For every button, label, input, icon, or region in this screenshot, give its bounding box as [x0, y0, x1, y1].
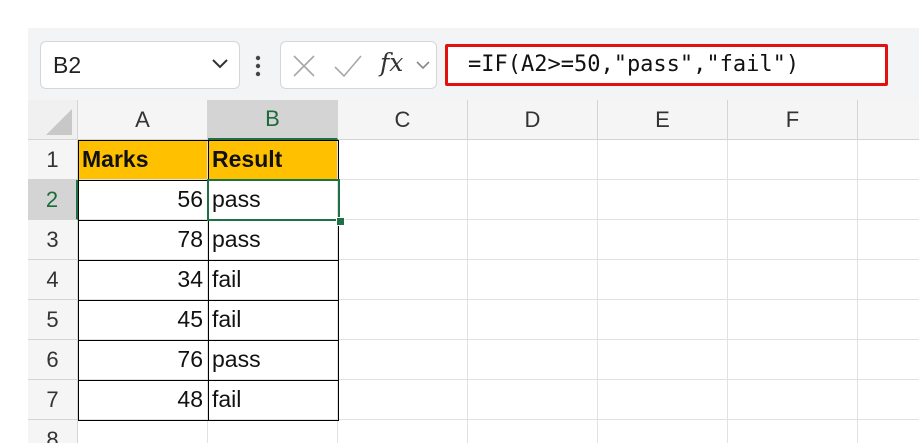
column-header-f[interactable]: F	[728, 100, 858, 140]
cell-a3[interactable]: 78	[78, 220, 208, 260]
column-header-a[interactable]: A	[78, 100, 208, 140]
cell-b6[interactable]: pass	[208, 340, 338, 380]
cell-f7[interactable]	[728, 380, 858, 420]
cell-b3[interactable]: pass	[208, 220, 338, 260]
column-header-c[interactable]: C	[338, 100, 468, 140]
cell-a1[interactable]: Marks	[78, 140, 208, 180]
table-rule-6	[78, 380, 339, 381]
cell-f2[interactable]	[728, 180, 858, 220]
cell-c7[interactable]	[338, 380, 468, 420]
cell-d5[interactable]	[468, 300, 598, 340]
cell-f8[interactable]	[728, 420, 858, 443]
cell-g1[interactable]	[858, 140, 919, 180]
row-header-7[interactable]: 7	[28, 380, 78, 420]
table-rule-1	[78, 180, 339, 181]
column-header-b[interactable]: B	[208, 100, 338, 140]
cell-a2[interactable]: 56	[78, 180, 208, 220]
cell-e8[interactable]	[598, 420, 728, 443]
cell-b2[interactable]: pass	[208, 180, 338, 220]
cell-a5[interactable]: 45	[78, 300, 208, 340]
cell-b7[interactable]: fail	[208, 380, 338, 420]
table-rule-3	[78, 260, 339, 261]
cell-d2[interactable]	[468, 180, 598, 220]
cell-g5[interactable]	[858, 300, 919, 340]
cell-g6[interactable]	[858, 340, 919, 380]
cell-d3[interactable]	[468, 220, 598, 260]
column-header-next[interactable]	[858, 100, 919, 140]
cell-e5[interactable]	[598, 300, 728, 340]
row-header-1[interactable]: 1	[28, 140, 78, 180]
cell-c4[interactable]	[338, 260, 468, 300]
cell-a4[interactable]: 34	[78, 260, 208, 300]
row-header-3[interactable]: 3	[28, 220, 78, 260]
name-box-value: B2	[53, 52, 82, 78]
cell-c1[interactable]	[338, 140, 468, 180]
formula-input[interactable]: =IF(A2>=50,"pass","fail")	[445, 44, 888, 86]
cell-e1[interactable]	[598, 140, 728, 180]
row-header-8[interactable]: 8	[28, 420, 78, 443]
row-header-6[interactable]: 6	[28, 340, 78, 380]
cell-a7[interactable]: 48	[78, 380, 208, 420]
cell-b8[interactable]	[208, 420, 338, 443]
cell-f1[interactable]	[728, 140, 858, 180]
vertical-dots-icon[interactable]	[251, 48, 265, 84]
cell-c8[interactable]	[338, 420, 468, 443]
cell-b1[interactable]: Result	[208, 140, 338, 180]
chevron-down-icon[interactable]	[209, 52, 231, 74]
chevron-down-icon[interactable]	[414, 56, 432, 74]
cell-e7[interactable]	[598, 380, 728, 420]
cell-f6[interactable]	[728, 340, 858, 380]
table-rule-4	[78, 300, 339, 301]
formula-controls: fx	[280, 41, 437, 89]
formula-text: =IF(A2>=50,"pass","fail")	[468, 52, 800, 77]
cell-b5[interactable]: fail	[208, 300, 338, 340]
cell-d7[interactable]	[468, 380, 598, 420]
cell-g8[interactable]	[858, 420, 919, 443]
table-rule-2	[78, 220, 339, 221]
cell-d6[interactable]	[468, 340, 598, 380]
cell-g7[interactable]	[858, 380, 919, 420]
cell-g3[interactable]	[858, 220, 919, 260]
cell-d8[interactable]	[468, 420, 598, 443]
cell-e6[interactable]	[598, 340, 728, 380]
cell-e3[interactable]	[598, 220, 728, 260]
cell-f3[interactable]	[728, 220, 858, 260]
cell-e4[interactable]	[598, 260, 728, 300]
table-inner-vertical	[208, 140, 209, 421]
cell-e2[interactable]	[598, 180, 728, 220]
check-icon[interactable]	[333, 53, 363, 79]
cell-d4[interactable]	[468, 260, 598, 300]
cell-c5[interactable]	[338, 300, 468, 340]
cell-a8[interactable]	[78, 420, 208, 443]
table-rule-5	[78, 340, 339, 341]
name-box[interactable]: B2	[40, 41, 240, 89]
cell-f4[interactable]	[728, 260, 858, 300]
select-all-triangle-icon	[46, 109, 72, 135]
row-header-2[interactable]: 2	[28, 180, 78, 220]
cell-f5[interactable]	[728, 300, 858, 340]
cell-g4[interactable]	[858, 260, 919, 300]
cell-c2[interactable]	[338, 180, 468, 220]
cross-icon[interactable]	[291, 53, 317, 79]
cell-d1[interactable]	[468, 140, 598, 180]
cell-a6[interactable]: 76	[78, 340, 208, 380]
fx-icon[interactable]: fx	[380, 48, 403, 77]
row-header-4[interactable]: 4	[28, 260, 78, 300]
fill-handle[interactable]	[336, 217, 345, 226]
row-header-5[interactable]: 5	[28, 300, 78, 340]
column-header-d[interactable]: D	[468, 100, 598, 140]
select-all-corner[interactable]	[28, 100, 78, 140]
cell-b4[interactable]: fail	[208, 260, 338, 300]
worksheet-grid[interactable]: A B C D E F 1 2 3 4 5 6 7 8 Marks Result 5…	[28, 100, 919, 443]
cell-g2[interactable]	[858, 180, 919, 220]
column-header-e[interactable]: E	[598, 100, 728, 140]
cell-c3[interactable]	[338, 220, 468, 260]
cell-c6[interactable]	[338, 340, 468, 380]
